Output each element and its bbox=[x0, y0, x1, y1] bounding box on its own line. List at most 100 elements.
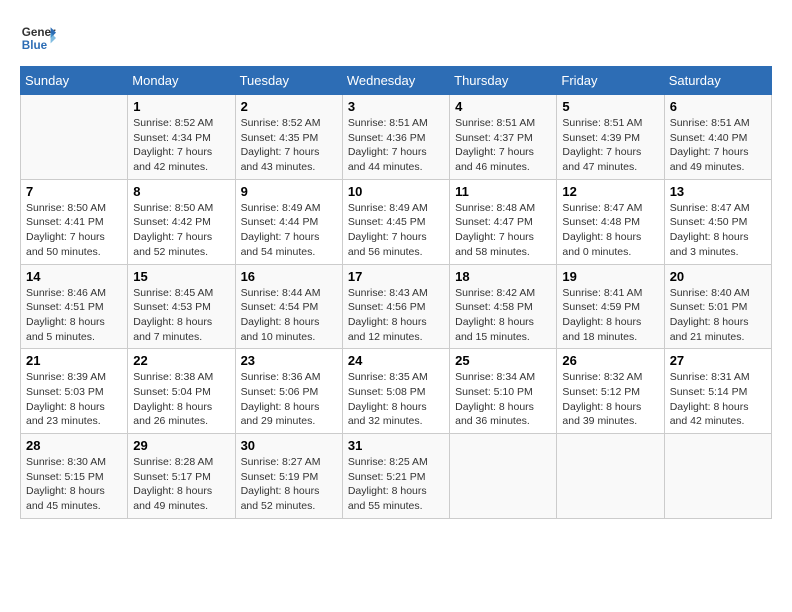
calendar-cell: 12 Sunrise: 8:47 AMSunset: 4:48 PMDaylig… bbox=[557, 179, 664, 264]
calendar-cell: 15 Sunrise: 8:45 AMSunset: 4:53 PMDaylig… bbox=[128, 264, 235, 349]
calendar-cell: 25 Sunrise: 8:34 AMSunset: 5:10 PMDaylig… bbox=[450, 349, 557, 434]
calendar-cell: 1 Sunrise: 8:52 AMSunset: 4:34 PMDayligh… bbox=[128, 95, 235, 180]
calendar-cell: 21 Sunrise: 8:39 AMSunset: 5:03 PMDaylig… bbox=[21, 349, 128, 434]
day-number: 11 bbox=[455, 184, 551, 199]
calendar-cell: 28 Sunrise: 8:30 AMSunset: 5:15 PMDaylig… bbox=[21, 434, 128, 519]
calendar-cell: 18 Sunrise: 8:42 AMSunset: 4:58 PMDaylig… bbox=[450, 264, 557, 349]
day-info: Sunrise: 8:28 AMSunset: 5:17 PMDaylight:… bbox=[133, 455, 229, 514]
calendar-week-5: 28 Sunrise: 8:30 AMSunset: 5:15 PMDaylig… bbox=[21, 434, 772, 519]
day-info: Sunrise: 8:43 AMSunset: 4:56 PMDaylight:… bbox=[348, 286, 444, 345]
day-info: Sunrise: 8:50 AMSunset: 4:41 PMDaylight:… bbox=[26, 201, 122, 260]
calendar-cell: 10 Sunrise: 8:49 AMSunset: 4:45 PMDaylig… bbox=[342, 179, 449, 264]
day-info: Sunrise: 8:38 AMSunset: 5:04 PMDaylight:… bbox=[133, 370, 229, 429]
page-header: General Blue bbox=[20, 20, 772, 56]
day-number: 31 bbox=[348, 438, 444, 453]
day-info: Sunrise: 8:49 AMSunset: 4:44 PMDaylight:… bbox=[241, 201, 337, 260]
day-info: Sunrise: 8:46 AMSunset: 4:51 PMDaylight:… bbox=[26, 286, 122, 345]
day-info: Sunrise: 8:39 AMSunset: 5:03 PMDaylight:… bbox=[26, 370, 122, 429]
day-number: 24 bbox=[348, 353, 444, 368]
weekday-header-thursday: Thursday bbox=[450, 67, 557, 95]
day-info: Sunrise: 8:52 AMSunset: 4:35 PMDaylight:… bbox=[241, 116, 337, 175]
day-number: 19 bbox=[562, 269, 658, 284]
day-info: Sunrise: 8:50 AMSunset: 4:42 PMDaylight:… bbox=[133, 201, 229, 260]
day-number: 9 bbox=[241, 184, 337, 199]
day-info: Sunrise: 8:31 AMSunset: 5:14 PMDaylight:… bbox=[670, 370, 766, 429]
calendar-cell: 2 Sunrise: 8:52 AMSunset: 4:35 PMDayligh… bbox=[235, 95, 342, 180]
svg-text:Blue: Blue bbox=[22, 39, 48, 52]
day-number: 29 bbox=[133, 438, 229, 453]
day-info: Sunrise: 8:51 AMSunset: 4:39 PMDaylight:… bbox=[562, 116, 658, 175]
calendar-cell: 13 Sunrise: 8:47 AMSunset: 4:50 PMDaylig… bbox=[664, 179, 771, 264]
calendar-cell: 7 Sunrise: 8:50 AMSunset: 4:41 PMDayligh… bbox=[21, 179, 128, 264]
calendar-table: SundayMondayTuesdayWednesdayThursdayFrid… bbox=[20, 66, 772, 519]
weekday-header-wednesday: Wednesday bbox=[342, 67, 449, 95]
calendar-cell: 29 Sunrise: 8:28 AMSunset: 5:17 PMDaylig… bbox=[128, 434, 235, 519]
calendar-cell: 8 Sunrise: 8:50 AMSunset: 4:42 PMDayligh… bbox=[128, 179, 235, 264]
calendar-cell: 17 Sunrise: 8:43 AMSunset: 4:56 PMDaylig… bbox=[342, 264, 449, 349]
day-number: 30 bbox=[241, 438, 337, 453]
day-info: Sunrise: 8:30 AMSunset: 5:15 PMDaylight:… bbox=[26, 455, 122, 514]
day-number: 27 bbox=[670, 353, 766, 368]
calendar-cell: 19 Sunrise: 8:41 AMSunset: 4:59 PMDaylig… bbox=[557, 264, 664, 349]
day-number: 15 bbox=[133, 269, 229, 284]
day-info: Sunrise: 8:45 AMSunset: 4:53 PMDaylight:… bbox=[133, 286, 229, 345]
day-info: Sunrise: 8:42 AMSunset: 4:58 PMDaylight:… bbox=[455, 286, 551, 345]
calendar-week-1: 1 Sunrise: 8:52 AMSunset: 4:34 PMDayligh… bbox=[21, 95, 772, 180]
day-info: Sunrise: 8:25 AMSunset: 5:21 PMDaylight:… bbox=[348, 455, 444, 514]
calendar-week-4: 21 Sunrise: 8:39 AMSunset: 5:03 PMDaylig… bbox=[21, 349, 772, 434]
calendar-cell: 27 Sunrise: 8:31 AMSunset: 5:14 PMDaylig… bbox=[664, 349, 771, 434]
calendar-cell: 4 Sunrise: 8:51 AMSunset: 4:37 PMDayligh… bbox=[450, 95, 557, 180]
calendar-week-3: 14 Sunrise: 8:46 AMSunset: 4:51 PMDaylig… bbox=[21, 264, 772, 349]
day-number: 2 bbox=[241, 99, 337, 114]
calendar-cell bbox=[450, 434, 557, 519]
calendar-cell: 20 Sunrise: 8:40 AMSunset: 5:01 PMDaylig… bbox=[664, 264, 771, 349]
day-number: 18 bbox=[455, 269, 551, 284]
calendar-cell: 6 Sunrise: 8:51 AMSunset: 4:40 PMDayligh… bbox=[664, 95, 771, 180]
day-number: 12 bbox=[562, 184, 658, 199]
calendar-cell: 11 Sunrise: 8:48 AMSunset: 4:47 PMDaylig… bbox=[450, 179, 557, 264]
calendar-cell: 22 Sunrise: 8:38 AMSunset: 5:04 PMDaylig… bbox=[128, 349, 235, 434]
weekday-header-saturday: Saturday bbox=[664, 67, 771, 95]
calendar-cell bbox=[664, 434, 771, 519]
day-info: Sunrise: 8:48 AMSunset: 4:47 PMDaylight:… bbox=[455, 201, 551, 260]
day-number: 23 bbox=[241, 353, 337, 368]
weekday-header-sunday: Sunday bbox=[21, 67, 128, 95]
day-info: Sunrise: 8:51 AMSunset: 4:36 PMDaylight:… bbox=[348, 116, 444, 175]
calendar-week-2: 7 Sunrise: 8:50 AMSunset: 4:41 PMDayligh… bbox=[21, 179, 772, 264]
weekday-header-friday: Friday bbox=[557, 67, 664, 95]
day-number: 22 bbox=[133, 353, 229, 368]
day-info: Sunrise: 8:36 AMSunset: 5:06 PMDaylight:… bbox=[241, 370, 337, 429]
day-number: 14 bbox=[26, 269, 122, 284]
calendar-cell: 26 Sunrise: 8:32 AMSunset: 5:12 PMDaylig… bbox=[557, 349, 664, 434]
calendar-cell: 16 Sunrise: 8:44 AMSunset: 4:54 PMDaylig… bbox=[235, 264, 342, 349]
day-number: 16 bbox=[241, 269, 337, 284]
calendar-cell: 31 Sunrise: 8:25 AMSunset: 5:21 PMDaylig… bbox=[342, 434, 449, 519]
day-info: Sunrise: 8:41 AMSunset: 4:59 PMDaylight:… bbox=[562, 286, 658, 345]
day-number: 17 bbox=[348, 269, 444, 284]
day-number: 13 bbox=[670, 184, 766, 199]
day-info: Sunrise: 8:44 AMSunset: 4:54 PMDaylight:… bbox=[241, 286, 337, 345]
day-info: Sunrise: 8:34 AMSunset: 5:10 PMDaylight:… bbox=[455, 370, 551, 429]
day-info: Sunrise: 8:51 AMSunset: 4:40 PMDaylight:… bbox=[670, 116, 766, 175]
day-number: 20 bbox=[670, 269, 766, 284]
day-number: 28 bbox=[26, 438, 122, 453]
weekday-header-monday: Monday bbox=[128, 67, 235, 95]
day-info: Sunrise: 8:49 AMSunset: 4:45 PMDaylight:… bbox=[348, 201, 444, 260]
day-info: Sunrise: 8:32 AMSunset: 5:12 PMDaylight:… bbox=[562, 370, 658, 429]
day-number: 25 bbox=[455, 353, 551, 368]
day-info: Sunrise: 8:47 AMSunset: 4:48 PMDaylight:… bbox=[562, 201, 658, 260]
day-info: Sunrise: 8:27 AMSunset: 5:19 PMDaylight:… bbox=[241, 455, 337, 514]
day-number: 6 bbox=[670, 99, 766, 114]
day-info: Sunrise: 8:35 AMSunset: 5:08 PMDaylight:… bbox=[348, 370, 444, 429]
day-info: Sunrise: 8:40 AMSunset: 5:01 PMDaylight:… bbox=[670, 286, 766, 345]
day-number: 8 bbox=[133, 184, 229, 199]
day-info: Sunrise: 8:52 AMSunset: 4:34 PMDaylight:… bbox=[133, 116, 229, 175]
calendar-cell: 3 Sunrise: 8:51 AMSunset: 4:36 PMDayligh… bbox=[342, 95, 449, 180]
calendar-cell: 9 Sunrise: 8:49 AMSunset: 4:44 PMDayligh… bbox=[235, 179, 342, 264]
calendar-cell: 24 Sunrise: 8:35 AMSunset: 5:08 PMDaylig… bbox=[342, 349, 449, 434]
day-info: Sunrise: 8:51 AMSunset: 4:37 PMDaylight:… bbox=[455, 116, 551, 175]
logo-icon: General Blue bbox=[20, 20, 56, 56]
logo: General Blue bbox=[20, 20, 56, 56]
weekday-header-row: SundayMondayTuesdayWednesdayThursdayFrid… bbox=[21, 67, 772, 95]
calendar-cell: 14 Sunrise: 8:46 AMSunset: 4:51 PMDaylig… bbox=[21, 264, 128, 349]
